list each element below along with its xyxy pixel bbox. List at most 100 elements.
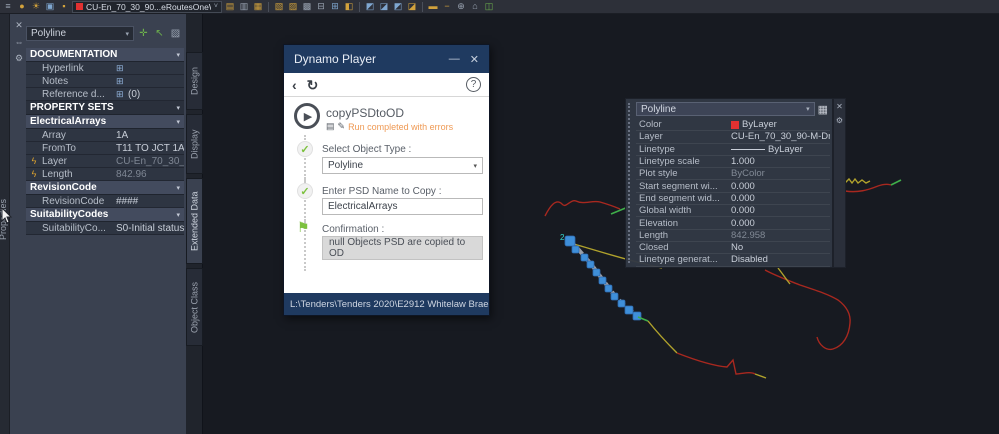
collapse-icon: ▾ — [176, 184, 180, 192]
property-row[interactable]: RevisionCode #### — [26, 195, 184, 208]
help-icon[interactable]: ? — [466, 77, 481, 92]
property-row[interactable]: SuitabilityCo... S0-Initial status o... — [26, 222, 184, 235]
close-icon[interactable]: ✕ — [15, 20, 23, 31]
property-row[interactable]: Reference d... ⊞ (0) — [26, 88, 184, 101]
properties-palette-titlebar[interactable]: Properties — [0, 14, 10, 434]
gear-icon[interactable]: ⚙ — [836, 116, 843, 125]
play-button[interactable]: ▶ — [294, 103, 320, 129]
dialog-statusbar: L:\Tenders\Tenders 2020\E2912 Whitelaw B… — [284, 293, 489, 315]
property-row[interactable]: Array 1A — [26, 129, 184, 142]
tab-display[interactable]: Display — [186, 114, 203, 174]
edit-icon[interactable]: ✎ — [338, 121, 346, 132]
off-object-layer-icon[interactable]: ⊟ — [315, 1, 327, 13]
property-row[interactable]: ϟ Layer CU-En_70_30_90... — [26, 155, 184, 168]
object-type-selector[interactable]: Polyline ▾ — [26, 26, 134, 41]
dialog-titlebar[interactable]: Dynamo Player — ✕ — [284, 45, 489, 73]
collapse-icon: ▾ — [176, 51, 180, 59]
table-icon[interactable]: ⊞ — [116, 76, 128, 87]
lineweight-icon[interactable]: − — [441, 1, 453, 13]
script-name: copyPSDtoOD — [326, 106, 405, 120]
qp-object-type-selector[interactable]: Polyline ▾ — [636, 102, 815, 116]
table-icon[interactable]: ⊞ — [116, 89, 128, 100]
palette-settings-icon[interactable]: ⚙ — [15, 53, 23, 64]
output-icon[interactable]: ▤ — [326, 121, 335, 132]
layer-list-icon[interactable]: ≡ — [2, 1, 14, 13]
quick-select-icon[interactable]: ▨ — [169, 27, 182, 40]
tab-object-class[interactable]: Object Class — [186, 268, 203, 346]
refresh-icon[interactable]: ↻ — [307, 78, 319, 92]
psd-name-input[interactable] — [322, 198, 483, 215]
qp-row[interactable]: Start segment wi... 0.000 — [636, 180, 830, 193]
freeze-object-layer-icon[interactable]: ▩ — [301, 1, 313, 13]
qp-row[interactable]: Global width 0.000 — [636, 205, 830, 218]
section-suitability-codes[interactable]: SuitabilityCodes ▾ — [26, 208, 184, 222]
properties-palette: ✕ ⇔ ⚙ Polyline ▾ ✛ ↖ ▨ DOCUMENTATION ▾ H… — [10, 14, 186, 434]
lock-object-layer-icon[interactable]: ◩ — [364, 1, 376, 13]
qp-row[interactable]: End segment wid... 0.000 — [636, 193, 830, 206]
object-type-dropdown[interactable]: Polyline ▾ — [322, 157, 483, 174]
layer-color-swatch — [76, 3, 83, 10]
toolbar-separator — [422, 1, 423, 12]
table-icon[interactable]: ⊞ — [116, 63, 128, 74]
linetype-icon[interactable]: ▬ — [427, 1, 439, 13]
auto-value-icon[interactable]: ϟ — [26, 156, 42, 166]
qp-row[interactable]: Elevation 0.000 — [636, 217, 830, 230]
property-row[interactable]: Notes ⊞ — [26, 75, 184, 88]
toggle-pickadd-icon[interactable]: ✛ — [137, 27, 150, 40]
qp-row[interactable]: Linetype scale 1.000 — [636, 156, 830, 169]
qp-row[interactable]: Layer CU-En_70_30_90-M-Dn_CableR... — [636, 131, 830, 144]
section-property-sets[interactable]: PROPERTY SETS ▾ — [26, 101, 184, 115]
tab-design[interactable]: Design — [186, 52, 203, 110]
qp-row[interactable]: Plot style ByColor — [636, 168, 830, 181]
make-current-icon[interactable]: ▤ — [224, 1, 236, 13]
property-row[interactable]: FromTo T11 TO JCT 1A — [26, 142, 184, 155]
unisolate-layer-icon[interactable]: ▨ — [287, 1, 299, 13]
vp-lock-icon[interactable]: ◩ — [392, 1, 404, 13]
query-icon[interactable]: ⊕ — [455, 1, 467, 13]
property-row[interactable]: ϟ Length 842.96 — [26, 168, 184, 181]
match-layer-icon[interactable]: ▥ — [238, 1, 250, 13]
layer-previous-icon[interactable]: ▦ — [252, 1, 264, 13]
select-objects-icon[interactable]: ↖ — [153, 27, 166, 40]
qp-row[interactable]: Length 842.958 — [636, 230, 830, 242]
thaw-all-layers-icon[interactable]: ◧ — [343, 1, 355, 13]
autohide-icon[interactable]: ⇔ — [15, 37, 24, 47]
auto-value-icon[interactable]: ϟ — [26, 169, 42, 179]
color-swatch — [731, 120, 739, 129]
qp-row[interactable]: Linetype ByLayer — [636, 144, 830, 156]
property-row[interactable]: Hyperlink ⊞ — [26, 62, 184, 75]
close-icon[interactable]: ✕ — [470, 53, 479, 66]
back-icon[interactable]: ‹ — [292, 78, 297, 92]
properties-grid: DOCUMENTATION ▾ Hyperlink ⊞ Notes ⊞ Refe… — [26, 48, 184, 235]
close-icon[interactable]: ✕ — [836, 102, 843, 111]
collapse-icon: ▾ — [176, 211, 180, 219]
table-style-icon[interactable]: ◫ — [483, 1, 495, 13]
chevron-down-icon: ▾ — [473, 162, 477, 170]
section-documentation[interactable]: DOCUMENTATION ▾ — [26, 48, 184, 62]
qp-row[interactable]: Linetype generat... Disabled — [636, 254, 830, 267]
layer-dropdown[interactable]: CU-En_70_30_90...eRoutesOneWay ˅ — [72, 0, 222, 13]
section-revision-code[interactable]: RevisionCode ▾ — [26, 181, 184, 195]
qp-side-bar: ✕ ⚙ — [833, 98, 846, 268]
layer-vp-freeze-icon[interactable]: ▣ — [44, 1, 56, 13]
hatch-icon[interactable]: ⌂ — [469, 1, 481, 13]
chevron-down-icon: ▾ — [806, 106, 810, 113]
input2-label: Enter PSD Name to Copy : — [322, 186, 442, 197]
tab-extended-data[interactable]: Extended Data — [186, 178, 203, 264]
vp-unlock-icon[interactable]: ◪ — [406, 1, 418, 13]
unlock-object-layer-icon[interactable]: ◪ — [378, 1, 390, 13]
layer-lock-icon[interactable]: ▪ — [58, 1, 70, 13]
layer-on-icon[interactable]: ● — [16, 1, 28, 13]
minimize-icon[interactable]: — — [449, 53, 460, 66]
confirmation-output: null Objects PSD are copied to OD — [322, 236, 483, 260]
property-list-icon[interactable]: ▦ — [818, 103, 828, 116]
isolate-layer-icon[interactable]: ▧ — [273, 1, 285, 13]
qp-row[interactable]: Color ByLayer — [636, 119, 830, 132]
qp-row[interactable]: Closed No — [636, 242, 830, 255]
turn-all-layers-on-icon[interactable]: ⊞ — [329, 1, 341, 13]
palette-grip[interactable] — [628, 103, 631, 263]
layer-freeze-icon[interactable]: ☀ — [30, 1, 42, 13]
confirmation-label: Confirmation : — [322, 224, 385, 235]
section-electrical-arrays[interactable]: ElectricalArrays ▾ — [26, 115, 184, 129]
toolbar-separator — [268, 1, 269, 12]
